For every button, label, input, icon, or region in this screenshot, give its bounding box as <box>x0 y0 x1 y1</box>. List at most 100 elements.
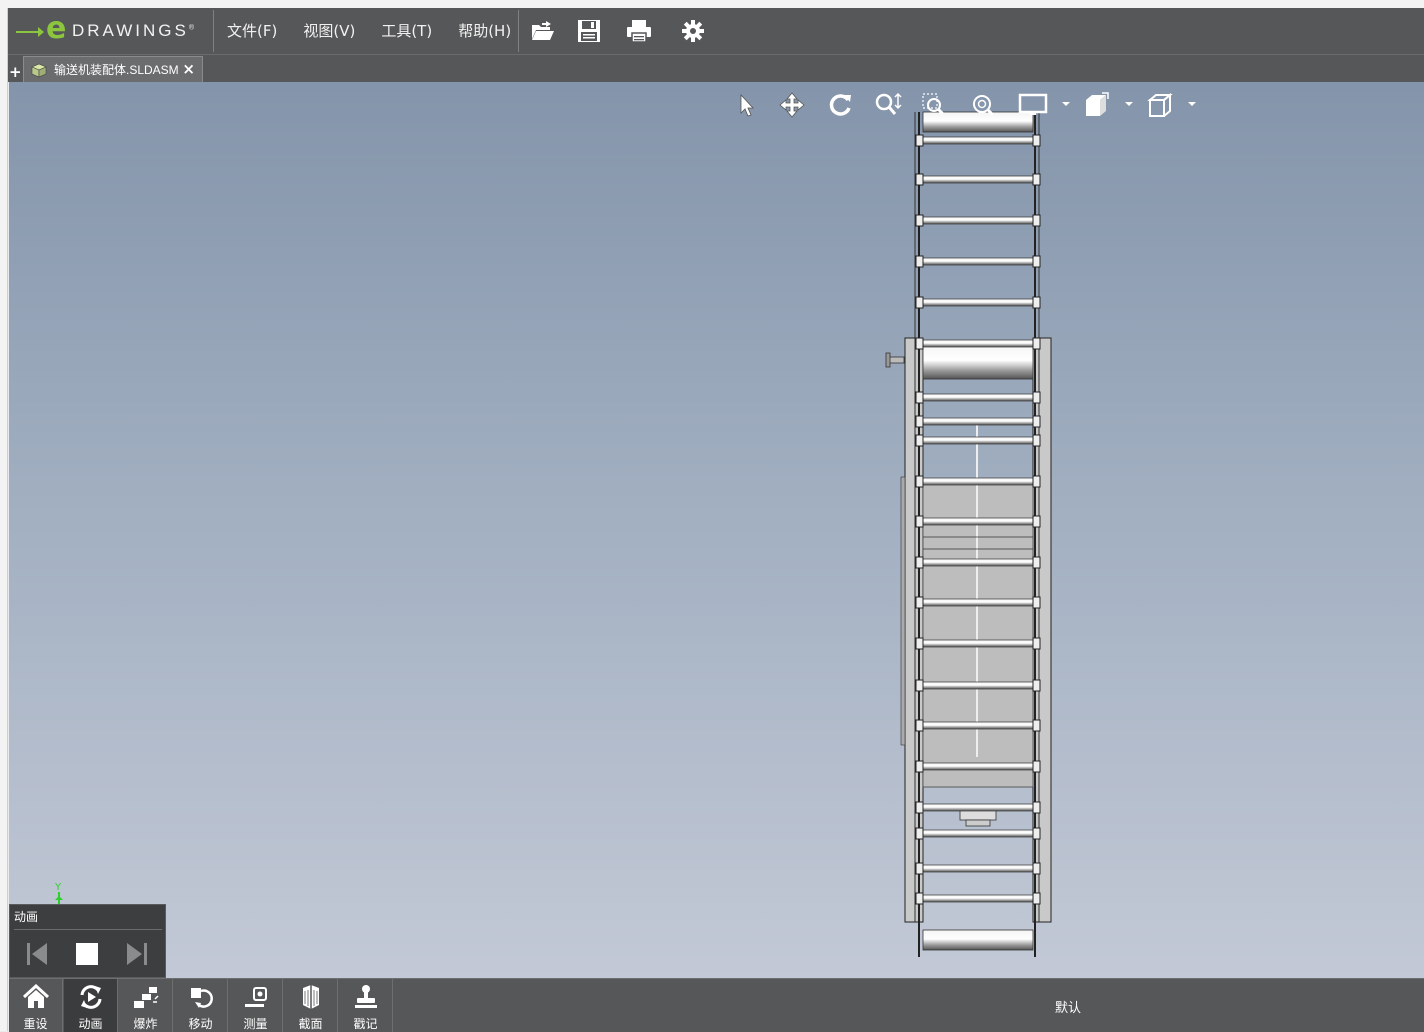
previous-button[interactable] <box>22 939 52 969</box>
conveyor-assembly-model[interactable] <box>874 102 1064 972</box>
menu-help[interactable]: 帮助(H) <box>445 8 524 54</box>
drum-roller <box>922 929 1034 951</box>
move-label: 移动 <box>188 1017 213 1031</box>
roller-bearing-left <box>915 515 924 528</box>
configuration-name[interactable]: 默认 <box>1055 997 1081 1016</box>
roller-bearing-right <box>1032 434 1041 447</box>
animation-panel-title: 动画 <box>14 910 39 924</box>
triad-y-label: Y <box>54 882 62 893</box>
measure-label: 测量 <box>243 1017 268 1031</box>
home-icon <box>22 984 50 1008</box>
roller-bearing-right <box>1032 801 1041 814</box>
conveyor-roller <box>922 298 1034 307</box>
roller-bearing-left <box>915 637 924 650</box>
menu-tools[interactable]: 工具(T) <box>368 8 445 54</box>
explode-button[interactable]: 爆炸 <box>119 979 173 1032</box>
animate-icon <box>80 985 102 1009</box>
roller-bearing-right <box>1032 296 1041 309</box>
new-tab-button[interactable]: + <box>9 64 22 80</box>
roller-bearing-left <box>915 434 924 447</box>
stamp-label: 戳记 <box>353 1017 378 1031</box>
roller-bearing-left <box>915 214 924 227</box>
view-orientation-dropdown-icon[interactable] <box>1125 102 1133 106</box>
standard-views-button[interactable] <box>1145 92 1177 118</box>
conveyor-roller <box>922 598 1034 607</box>
print-icon <box>627 20 651 43</box>
section-label: 截面 <box>298 1017 323 1031</box>
zoom-tool-button[interactable] <box>872 92 904 118</box>
close-tab-button[interactable]: × <box>182 60 195 78</box>
roller-bearing-right <box>1032 827 1041 840</box>
animate-button[interactable]: 动画 <box>64 979 118 1032</box>
conveyor-roller <box>922 417 1034 426</box>
edrawings-logo: e DRAWINGS® <box>16 12 206 50</box>
open-icon <box>532 21 554 40</box>
roller-bearing-right <box>1032 214 1041 227</box>
roller-bearing-left <box>915 391 924 404</box>
conveyor-roller <box>922 257 1034 266</box>
conveyor-roller <box>922 436 1034 445</box>
roller-bearing-right <box>1032 391 1041 404</box>
pan-icon <box>779 92 805 118</box>
conveyor-roller <box>922 681 1034 690</box>
conveyor-roller <box>922 136 1034 145</box>
menu-separator <box>518 10 519 52</box>
reset-button[interactable]: 重设 <box>9 979 63 1032</box>
graphics-viewport[interactable]: Y <box>9 82 1424 978</box>
conveyor-roller <box>922 762 1034 771</box>
roller-bearing-right <box>1032 255 1041 268</box>
document-tab-label: 输送机装配体.SLDASM <box>54 63 179 77</box>
open-button[interactable] <box>528 17 558 45</box>
stamp-button[interactable]: 戳记 <box>339 979 393 1032</box>
save-button[interactable] <box>574 17 604 45</box>
next-button[interactable] <box>122 939 152 969</box>
stamp-icon <box>355 985 377 1008</box>
measure-button[interactable]: 测量 <box>229 979 283 1032</box>
stop-button[interactable] <box>72 939 102 969</box>
display-style-button[interactable] <box>1017 92 1049 118</box>
conveyor-roller <box>922 894 1034 903</box>
roller-bearing-left <box>915 556 924 569</box>
settings-button[interactable] <box>678 17 708 45</box>
previous-icon <box>27 943 47 965</box>
handwheel-knob <box>885 352 891 368</box>
print-button[interactable] <box>624 17 654 45</box>
conveyor-roller <box>922 517 1034 526</box>
document-tab[interactable]: 输送机装配体.SLDASM × <box>23 56 203 82</box>
select-arrow-icon <box>740 93 754 117</box>
zoom-to-area-button[interactable] <box>919 92 951 118</box>
select-tool-button[interactable] <box>730 92 762 118</box>
logo-arrow-icon <box>16 27 44 37</box>
move-icon <box>191 988 213 1008</box>
rotate-tool-button[interactable] <box>824 92 856 118</box>
pan-tool-button[interactable] <box>776 92 808 118</box>
roller-bearing-right <box>1032 515 1041 528</box>
move-button[interactable]: 移动 <box>174 979 228 1032</box>
display-style-dropdown-icon[interactable] <box>1062 102 1070 106</box>
document-tab-bar: + 输送机装配体.SLDASM × <box>8 55 1424 82</box>
conveyor-roller <box>922 829 1034 838</box>
roller-bearing-left <box>915 801 924 814</box>
roller-bearing-left <box>915 862 924 875</box>
logo-e-letter: e <box>46 11 67 46</box>
settings-gear-icon <box>682 20 704 42</box>
roller-bearing-left <box>915 475 924 488</box>
menu-view[interactable]: 视图(V) <box>290 8 368 54</box>
menu-file[interactable]: 文件(F) <box>214 8 290 54</box>
roller-bearing-right <box>1032 892 1041 905</box>
conveyor-roller <box>922 393 1034 402</box>
roller-bearing-left <box>915 173 924 186</box>
roller-bearing-left <box>915 415 924 428</box>
roller-bearing-left <box>915 679 924 692</box>
standard-views-icon <box>1147 92 1173 117</box>
zoom-to-fit-button[interactable] <box>967 92 999 118</box>
conveyor-roller <box>922 639 1034 648</box>
section-button[interactable]: 截面 <box>284 979 338 1032</box>
roller-bearing-left <box>915 827 924 840</box>
standard-views-dropdown-icon[interactable] <box>1188 102 1196 106</box>
view-orientation-button[interactable] <box>1081 92 1113 118</box>
roller-bearing-left <box>915 296 924 309</box>
roller-bearing-right <box>1032 475 1041 488</box>
roller-bearing-left <box>915 337 924 350</box>
next-icon <box>127 943 147 965</box>
